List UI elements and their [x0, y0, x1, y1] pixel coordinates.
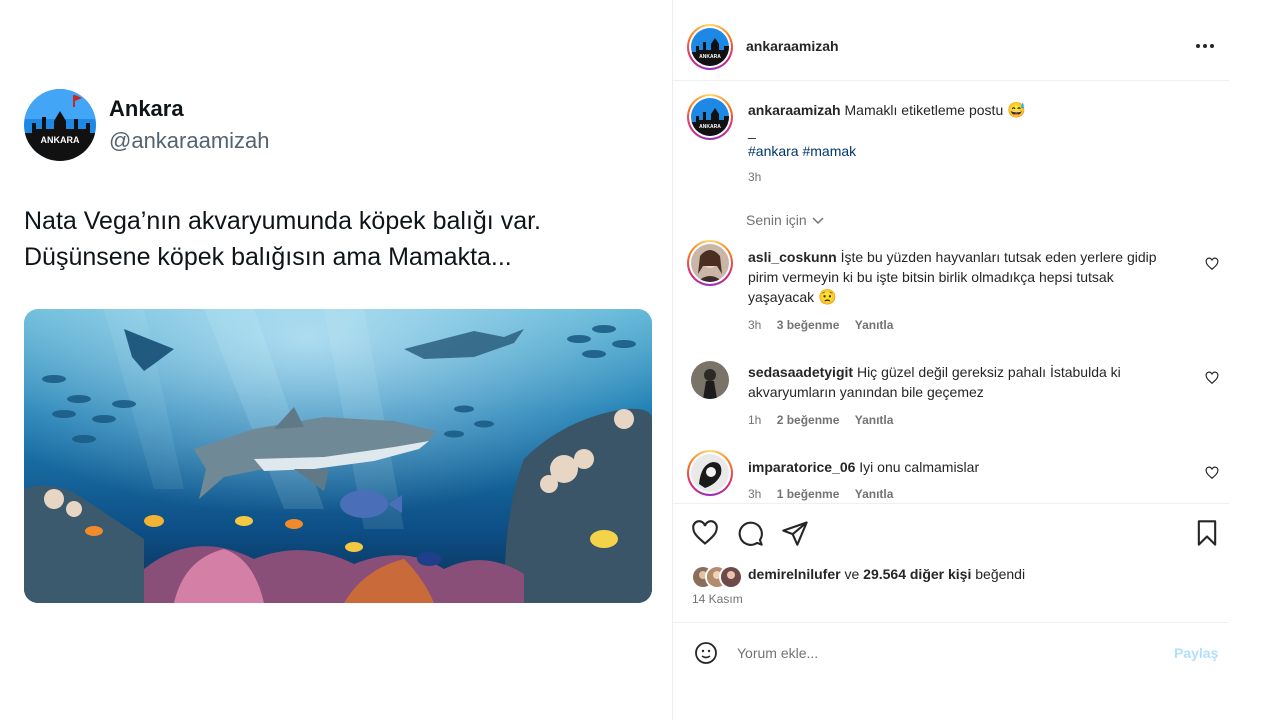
comment-avatar-ring[interactable] — [687, 240, 733, 286]
comment-time: 1h — [748, 413, 762, 427]
instagram-post-panel: ANKARA ankaraamizah ANKARA ankaraamizah … — [672, 0, 1229, 720]
comment-text: imparatorice_06 Iyi onu calmamislar — [748, 457, 1158, 477]
tweet-display-name: Ankara — [109, 96, 184, 121]
comment-avatar — [691, 244, 729, 282]
caption-avatar: ANKARA — [691, 98, 729, 136]
comment-username[interactable]: imparatorice_06 — [748, 459, 855, 475]
comment-likes[interactable]: 2 beğenme — [777, 413, 840, 427]
caption-emoji: 😅 — [1007, 102, 1026, 119]
caption-hashtags[interactable]: #ankara #mamak — [748, 141, 1168, 161]
likes-suffix: beğendi — [975, 566, 1026, 582]
bookmark-icon[interactable] — [1193, 519, 1221, 547]
post-comment-button[interactable]: Paylaş — [1174, 645, 1218, 661]
likes-connector: ve — [844, 566, 860, 582]
comment-like-heart-icon[interactable] — [1205, 257, 1219, 271]
comment-avatar[interactable] — [691, 361, 729, 399]
svg-text:ANKARA: ANKARA — [41, 135, 80, 145]
comment-like-heart-icon[interactable] — [1205, 371, 1219, 385]
caption-separator: _ — [748, 123, 756, 139]
comment-filter-dropdown[interactable]: Senin için — [746, 212, 825, 228]
svg-text:ANKARA: ANKARA — [699, 124, 721, 130]
tweet-text-line: Nata Vega’nın akvaryumunda köpek balığı … — [24, 207, 541, 235]
comment-icon[interactable] — [736, 519, 764, 547]
tweet-photo-aquarium — [24, 309, 652, 603]
comment-likes[interactable]: 3 beğenme — [777, 318, 840, 332]
comment-like-heart-icon[interactable] — [1205, 466, 1219, 480]
likes-others[interactable]: 29.564 diğer kişi — [863, 566, 971, 582]
tweet-text-line: Düşünsene köpek balığısın ama Mamakta... — [24, 243, 512, 271]
comment-time: 3h — [748, 487, 762, 501]
caption-text: Mamaklı etiketleme postu — [844, 102, 1004, 118]
comment-filter-label: Senin için — [746, 212, 807, 228]
more-horizontal-icon[interactable] — [1193, 36, 1217, 56]
comment-input[interactable] — [737, 641, 1157, 665]
comment-username[interactable]: sedasaadetyigit — [748, 364, 853, 380]
post-date: 14 Kasım — [692, 592, 743, 606]
comment-meta: 3h 3 beğenme Yanıtla — [748, 318, 893, 332]
caption-time: 3h — [748, 170, 762, 184]
comment-text: asli_coskunn İşte bu yüzden hayvanları t… — [748, 247, 1158, 308]
header-avatar-ring[interactable]: ANKARA — [687, 24, 733, 70]
comment-username[interactable]: asli_coskunn — [748, 249, 837, 265]
svg-text:ANKARA: ANKARA — [699, 54, 721, 60]
comment-meta: 1h 2 beğenme Yanıtla — [748, 413, 893, 427]
comment-reply-button[interactable]: Yanıtla — [855, 318, 894, 332]
tweet-card: ANKARA Ankara @ankaraamizah Nata Vega’nı… — [0, 0, 672, 720]
add-comment-bar: Paylaş — [673, 622, 1229, 721]
comment-meta: 3h 1 beğenme Yanıtla — [748, 487, 893, 501]
likes-summary: demirelnilufer ve 29.564 diğer kişi beğe… — [748, 566, 1025, 582]
caption-username[interactable]: ankaraamizah — [748, 102, 841, 118]
comment-avatar — [691, 454, 729, 492]
tweet-avatar: ANKARA — [24, 89, 96, 161]
comment-reply-button[interactable]: Yanıtla — [855, 487, 894, 501]
heart-icon[interactable] — [691, 519, 719, 547]
comment-body: Iyi onu calmamislar — [859, 459, 980, 475]
comment-time: 3h — [748, 318, 762, 332]
tweet-text: Nata Vega’nın akvaryumunda köpek balığı … — [24, 203, 654, 275]
post-action-bar — [673, 503, 1229, 622]
post-caption: ankaraamizah Mamaklı etiketleme postu 😅 … — [748, 100, 1168, 161]
emoji-smiley-icon[interactable] — [694, 641, 718, 665]
likes-user[interactable]: demirelnilufer — [748, 566, 841, 582]
share-icon[interactable] — [781, 519, 809, 547]
comment-likes[interactable]: 1 beğenme — [777, 487, 840, 501]
comment-emoji: 😟 — [818, 289, 837, 306]
liker-avatar — [719, 565, 743, 589]
caption-avatar-ring[interactable]: ANKARA — [687, 94, 733, 140]
comment-text: sedasaadetyigit Hiç güzel değil gereksiz… — [748, 362, 1158, 402]
tweet-handle: @ankaraamizah — [109, 128, 270, 153]
header-avatar: ANKARA — [691, 28, 729, 66]
comment-reply-button[interactable]: Yanıtla — [855, 413, 894, 427]
post-header: ANKARA ankaraamizah — [673, 0, 1229, 81]
header-username[interactable]: ankaraamizah — [746, 38, 839, 54]
comment-avatar-ring[interactable] — [687, 450, 733, 496]
chevron-down-icon — [811, 212, 825, 228]
